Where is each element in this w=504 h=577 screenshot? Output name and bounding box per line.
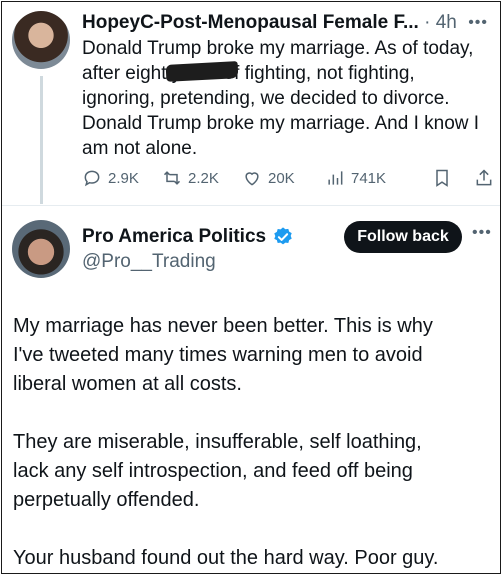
reply-button[interactable]: 2.9K — [82, 166, 139, 190]
avatar[interactable] — [12, 11, 70, 69]
bookmark-icon — [436, 169, 448, 187]
thread-line — [40, 76, 43, 204]
divider — [2, 205, 500, 206]
screenshot-frame: HopeyC-Post-Menopausal Female F... · 4h … — [1, 1, 501, 574]
follow-back-button[interactable]: Follow back — [344, 221, 462, 253]
tweet-actions: 2.9K 2.2K 20K 741K — [82, 166, 496, 190]
author-name-row: Pro America Politics — [82, 224, 294, 250]
bookmark-button[interactable] — [432, 166, 452, 190]
repost-button[interactable]: 2.2K — [162, 166, 219, 190]
author-handle[interactable]: @Pro__Trading — [82, 250, 216, 274]
like-count: 20K — [268, 169, 295, 187]
heart-icon — [245, 172, 259, 186]
tweet-header: HopeyC-Post-Menopausal Female F... · 4h … — [82, 10, 494, 36]
reply-count: 2.9K — [108, 169, 139, 187]
views-icon — [328, 171, 343, 185]
tweet-text: Donald Trump broke my marriage. As of to… — [82, 38, 480, 159]
verified-badge-icon — [274, 227, 292, 245]
more-horizontal-icon[interactable]: ••• — [468, 10, 488, 36]
separator-dot: · — [424, 12, 436, 33]
like-button[interactable]: 20K — [242, 166, 295, 190]
share-button[interactable] — [474, 166, 494, 190]
views-count: 741K — [351, 169, 387, 187]
reply-icon — [84, 170, 100, 187]
repost-count: 2.2K — [188, 169, 219, 187]
tweet-time[interactable]: 4h — [436, 12, 457, 33]
author-name[interactable]: Pro America Politics — [82, 224, 266, 250]
repost-icon — [163, 171, 181, 185]
author-name[interactable]: HopeyC-Post-Menopausal Female F... — [82, 12, 419, 33]
tweet-text: My marriage has never been better. This … — [13, 315, 439, 569]
more-horizontal-icon[interactable]: ••• — [472, 224, 492, 242]
views-button[interactable]: 741K — [325, 166, 386, 190]
share-icon — [476, 169, 492, 186]
avatar[interactable] — [12, 220, 70, 278]
